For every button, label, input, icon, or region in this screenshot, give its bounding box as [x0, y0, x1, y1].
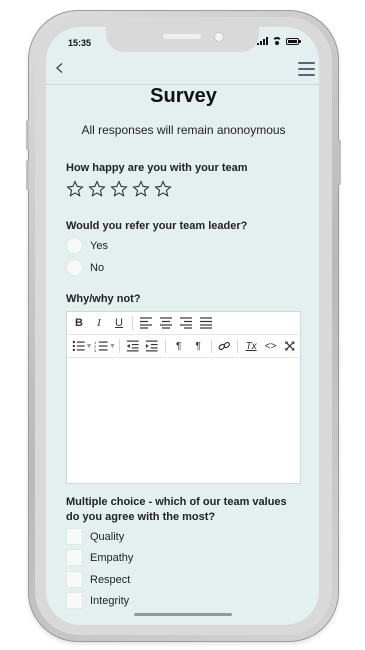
- checkbox[interactable]: [66, 549, 83, 566]
- checkbox[interactable]: [66, 571, 83, 588]
- rich-text-editor: B I U ▼ 123 ▼ ¶ ¶ Tx <>: [66, 311, 301, 484]
- fullscreen-icon[interactable]: [280, 340, 300, 352]
- star-icon[interactable]: [110, 180, 128, 198]
- align-left-icon[interactable]: [136, 317, 156, 329]
- radio-button[interactable]: [66, 259, 83, 276]
- star-icon[interactable]: [132, 180, 150, 198]
- chevron-left-icon[interactable]: [55, 63, 65, 73]
- link-icon[interactable]: [215, 340, 235, 352]
- page-subtitle: All responses will remain anonoymous: [81, 123, 286, 137]
- volume-down-button: [26, 160, 29, 190]
- home-indicator[interactable]: [134, 613, 232, 616]
- star-rating: [66, 180, 172, 198]
- question-why-label: Why/why not?: [66, 293, 141, 305]
- chevron-down-icon[interactable]: ▼: [86, 343, 93, 350]
- rtl-direction-button[interactable]: ¶: [188, 341, 208, 352]
- checkbox[interactable]: [66, 528, 83, 545]
- volume-up-button: [26, 120, 29, 150]
- toolbar-divider: [210, 339, 212, 353]
- editor-toolbar-row-1: B I U: [67, 312, 300, 335]
- checkbox-option-respect[interactable]: Respect: [66, 571, 130, 588]
- checkbox[interactable]: [66, 592, 83, 609]
- star-icon[interactable]: [88, 180, 106, 198]
- source-code-button[interactable]: <>: [261, 341, 281, 352]
- ltr-direction-button[interactable]: ¶: [169, 341, 189, 352]
- page-title: Survey: [150, 85, 217, 107]
- checkbox-label: Empathy: [90, 551, 134, 564]
- svg-text:3: 3: [94, 348, 96, 352]
- battery-icon: [286, 38, 301, 45]
- question-refer-label: Would you refer your team leader?: [66, 220, 248, 232]
- toolbar-divider: [118, 339, 120, 353]
- top-bar: [46, 58, 319, 85]
- chevron-down-icon[interactable]: ▼: [109, 343, 116, 350]
- checkbox-option-quality[interactable]: Quality: [66, 528, 124, 545]
- align-justify-icon[interactable]: [196, 317, 216, 329]
- checkbox-label: Quality: [90, 530, 125, 543]
- star-icon[interactable]: [154, 180, 172, 198]
- toolbar-divider: [132, 316, 133, 330]
- toolbar-divider: [237, 339, 239, 353]
- hamburger-menu-icon[interactable]: [298, 62, 315, 76]
- wifi-icon: [272, 37, 282, 45]
- editor-toolbar-row-2: ▼ 123 ▼ ¶ ¶ Tx <>: [67, 335, 300, 358]
- power-button: [338, 140, 341, 185]
- status-icons: [257, 37, 301, 45]
- status-time: 15:35: [68, 38, 92, 48]
- underline-button[interactable]: U: [109, 317, 129, 329]
- indent-icon[interactable]: [142, 340, 162, 352]
- speaker: [163, 34, 201, 39]
- question-values-label: Multiple choice - which of our team valu…: [66, 496, 287, 523]
- phone-screen: 15:35 Survey All responses will remain a…: [46, 27, 319, 625]
- question-happiness-label: How happy are you with your team: [66, 162, 248, 174]
- editor-text-area[interactable]: [67, 357, 300, 483]
- radio-option-yes[interactable]: Yes: [66, 237, 108, 254]
- checkbox-label: Respect: [90, 573, 131, 586]
- radio-label: Yes: [90, 239, 108, 252]
- radio-button[interactable]: [66, 237, 83, 254]
- checkbox-option-empathy[interactable]: Empathy: [66, 549, 133, 566]
- align-right-icon[interactable]: [176, 317, 196, 329]
- checkbox-option-integrity[interactable]: Integrity: [66, 592, 129, 609]
- radio-option-no[interactable]: No: [66, 259, 104, 276]
- toolbar-divider: [164, 339, 166, 353]
- signal-icon: [257, 37, 268, 45]
- notch: [106, 27, 259, 52]
- bold-button[interactable]: B: [69, 317, 89, 329]
- camera: [214, 32, 224, 42]
- italic-button[interactable]: I: [89, 317, 109, 329]
- outdent-icon[interactable]: [123, 340, 143, 352]
- checkbox-label: Integrity: [90, 594, 130, 607]
- align-center-icon[interactable]: [156, 317, 176, 329]
- star-icon[interactable]: [66, 180, 84, 198]
- radio-label: No: [90, 261, 105, 274]
- clear-formatting-button[interactable]: Tx: [241, 341, 261, 352]
